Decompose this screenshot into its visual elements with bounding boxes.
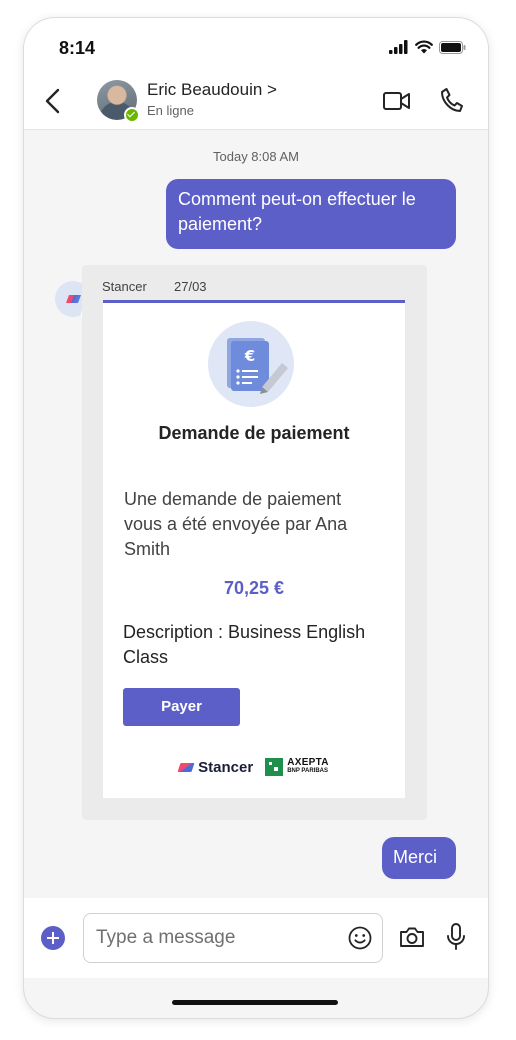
- contact-avatar[interactable]: [97, 80, 140, 123]
- emoji-icon[interactable]: [347, 925, 373, 951]
- status-time: 8:14: [59, 38, 96, 58]
- back-chevron-icon[interactable]: [40, 86, 68, 116]
- invoice-euro-icon: €: [208, 321, 294, 407]
- message-input-box[interactable]: [83, 913, 383, 963]
- contact-status: En ligne: [147, 103, 194, 118]
- phone-frame: 8:14 Eric Beaudouin > En ligne Today 8:0…: [23, 17, 489, 1019]
- stancer-logo: Stancer: [177, 759, 253, 776]
- card-date: 27/03: [174, 279, 207, 294]
- status-icons: [389, 39, 466, 55]
- contact-name[interactable]: Eric Beaudouin >: [147, 80, 277, 100]
- signal-icon: [389, 40, 408, 54]
- presence-available-icon: [124, 107, 140, 123]
- microphone-icon[interactable]: [445, 922, 467, 952]
- payment-amount: 70,25 €: [223, 578, 285, 598]
- adaptive-card-message: Stancer 27/03 € Demande de paiement Une …: [82, 265, 427, 820]
- card-title: Demande de paiement: [158, 423, 350, 443]
- card-sender: Stancer: [102, 279, 147, 294]
- home-indicator[interactable]: [172, 1000, 338, 1005]
- battery-icon: [439, 40, 466, 54]
- camera-icon[interactable]: [398, 924, 426, 950]
- pay-button[interactable]: Payer: [123, 688, 240, 726]
- card-body-text: Une demande de paiement vous a été envoy…: [124, 489, 348, 559]
- stancer-mark-icon: [177, 762, 195, 772]
- svg-text:€: €: [244, 347, 255, 365]
- axepta-logo: AXEPTA BNP PARIBAS: [265, 758, 329, 776]
- payment-request-card: € Demande de paiement Une demande de pai…: [103, 300, 405, 798]
- message-input[interactable]: [96, 926, 336, 950]
- chat-header: Eric Beaudouin > En ligne: [24, 74, 488, 130]
- video-call-icon[interactable]: [382, 88, 412, 114]
- partner-logos: Stancer AXEPTA BNP PARIBAS: [103, 758, 405, 776]
- status-bar: 8:14: [24, 18, 488, 74]
- wifi-icon: [415, 40, 433, 54]
- payment-description: Description : Business English Class: [123, 622, 366, 667]
- axepta-mark-icon: [265, 758, 284, 776]
- add-attachment-icon[interactable]: [41, 926, 65, 950]
- outgoing-message[interactable]: Merci: [382, 837, 456, 879]
- message-timestamp: Today 8:08 AM: [213, 149, 299, 164]
- message-composer: [24, 898, 488, 978]
- phone-call-icon[interactable]: [438, 86, 464, 114]
- outgoing-message[interactable]: Comment peut-on effectuer le paiement?: [166, 179, 456, 249]
